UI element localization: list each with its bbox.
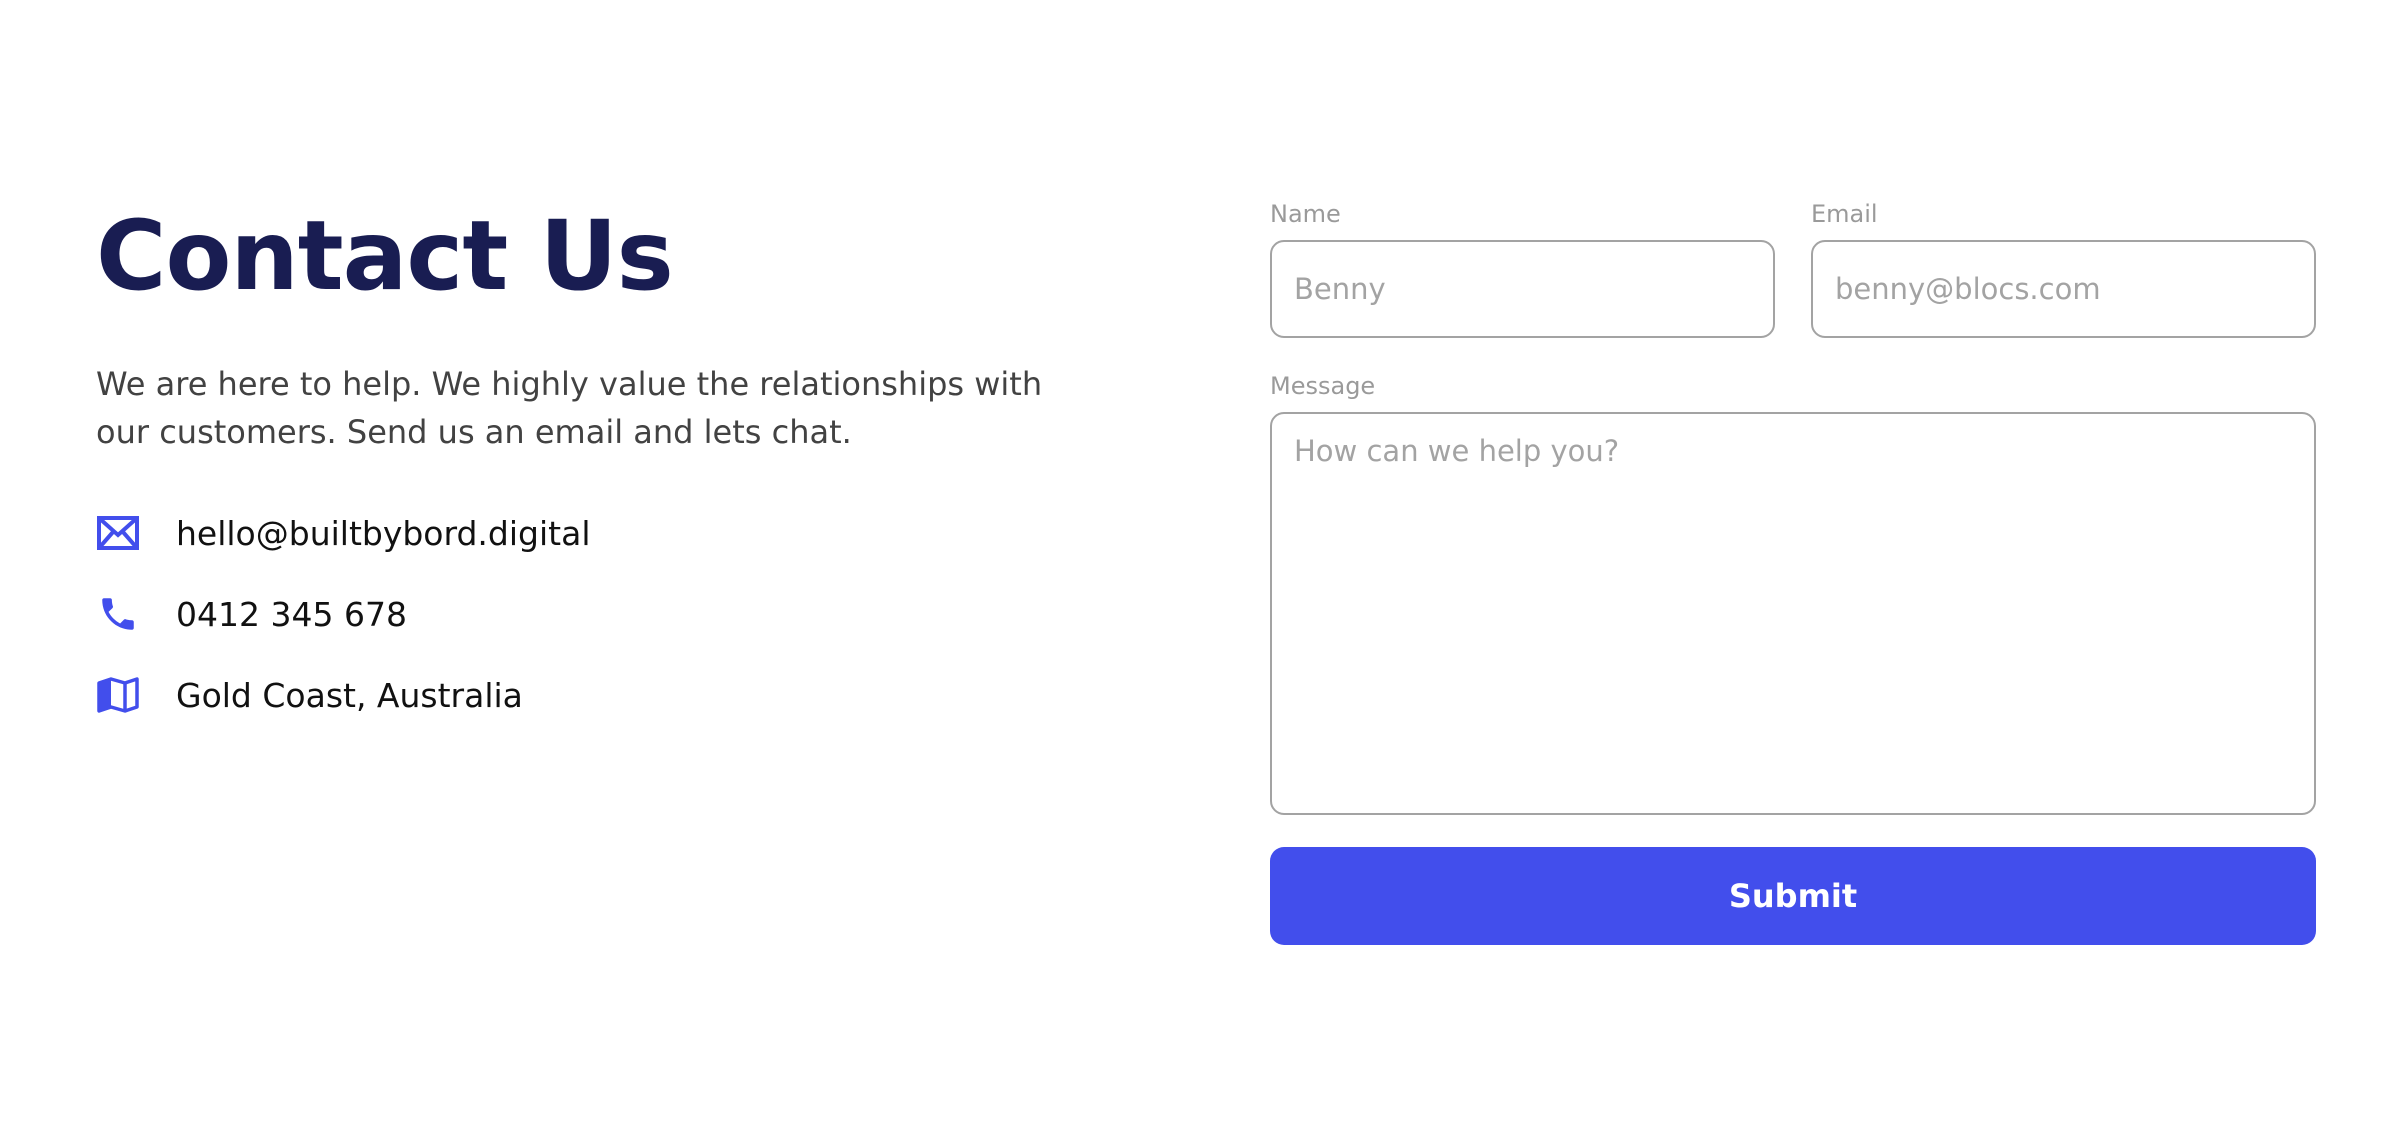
contact-location-text: Gold Coast, Australia: [176, 675, 523, 715]
contact-phone-text[interactable]: 0412 345 678: [176, 595, 407, 634]
contact-intro-section: Contact Us We are here to help. We highl…: [96, 190, 1096, 456]
contact-email-text[interactable]: hello@builtbybord.digital: [176, 514, 590, 553]
contact-item-phone: 0412 345 678: [96, 589, 796, 639]
contact-item-email: hello@builtbybord.digital: [96, 508, 796, 558]
message-label: Message: [1270, 372, 1376, 400]
submit-button[interactable]: Submit: [1270, 847, 2316, 945]
mail-icon: [96, 511, 140, 555]
page-title: Contact Us: [96, 200, 674, 312]
contact-item-location: Gold Coast, Australia: [96, 670, 796, 720]
intro-text: We are here to help. We highly value the…: [96, 365, 1043, 451]
name-email-row: Name Email: [1270, 195, 2316, 338]
contact-form: Name Email Message Submit: [1270, 195, 2316, 945]
email-input[interactable]: [1811, 240, 2316, 338]
message-field-group: Message: [1270, 367, 2316, 815]
map-icon: [96, 673, 140, 717]
contact-details-list: hello@builtbybord.digital 0412 345 678 G…: [96, 508, 796, 751]
name-input[interactable]: [1270, 240, 1775, 338]
message-textarea[interactable]: [1270, 412, 2316, 815]
phone-icon: [96, 592, 140, 636]
email-field-group: Email: [1811, 195, 2316, 338]
email-label: Email: [1811, 200, 1878, 228]
name-field-group: Name: [1270, 195, 1775, 338]
name-label: Name: [1270, 200, 1341, 228]
